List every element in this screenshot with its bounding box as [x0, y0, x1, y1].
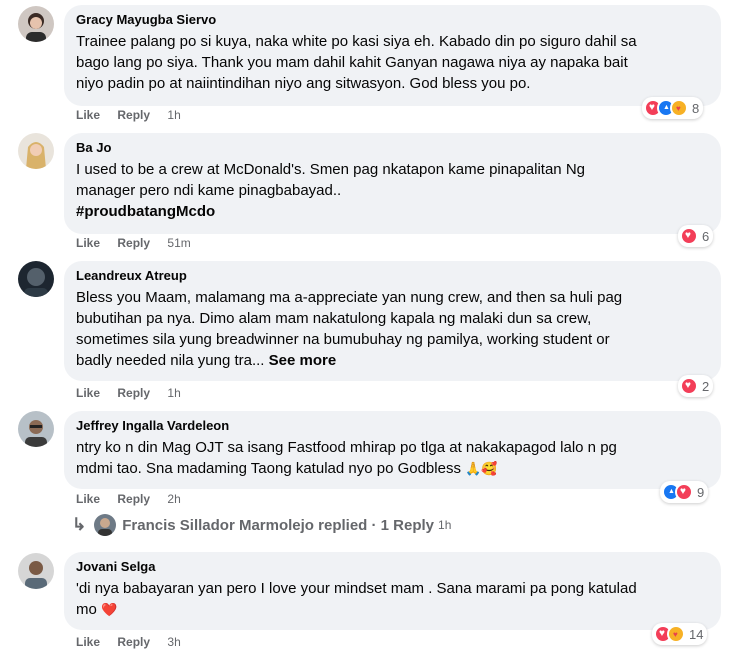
- avatar[interactable]: [18, 411, 54, 447]
- comment-text: 'di nya babayaran yan pero I love your m…: [76, 578, 709, 620]
- reactions-summary[interactable]: 6: [678, 225, 714, 247]
- comment-time[interactable]: 3h: [167, 635, 180, 649]
- reply-button[interactable]: Reply: [117, 386, 150, 400]
- reply-button[interactable]: Reply: [117, 108, 150, 122]
- reactions-summary[interactable]: 14: [652, 623, 708, 645]
- avatar[interactable]: [18, 553, 54, 589]
- love-icon: [675, 483, 693, 501]
- hashtag-link[interactable]: #proudbatangMcdo: [76, 201, 709, 222]
- comment-author[interactable]: Jovani Selga: [76, 559, 709, 575]
- comment-text: I used to be a crew at McDonald's. Smen …: [76, 161, 585, 199]
- comment-author[interactable]: Gracy Mayugba Siervo: [76, 12, 709, 28]
- reply-count-label[interactable]: replied · 1 Reply: [318, 517, 434, 534]
- reaction-count: 8: [692, 100, 700, 116]
- reaction-count: 14: [689, 626, 704, 642]
- emoji-pray-smile-icon: 🙏🥰: [465, 461, 498, 476]
- reactions-summary[interactable]: 9: [660, 481, 709, 503]
- avatar: [94, 514, 117, 536]
- like-button[interactable]: Like: [76, 492, 100, 506]
- comment-time[interactable]: 2h: [167, 492, 180, 506]
- avatar[interactable]: [18, 133, 54, 169]
- avatar[interactable]: [18, 261, 54, 297]
- comment-text: Bless you Maam, malamang ma a-appreciate…: [76, 287, 709, 371]
- reply-time: 1h: [438, 518, 452, 532]
- reactions-summary[interactable]: 2: [678, 375, 714, 397]
- comment-actions: Like Reply 1h: [76, 386, 195, 400]
- heart-emoji-icon: ❤️: [101, 602, 118, 617]
- comment-bubble: Jeffrey Ingalla Vardeleon ntry ko n din …: [64, 411, 721, 489]
- comment-time[interactable]: 1h: [167, 386, 180, 400]
- reply-button[interactable]: Reply: [117, 635, 150, 649]
- comment-actions: Like Reply 1h: [76, 108, 195, 122]
- comment-author[interactable]: Jeffrey Ingalla Vardeleon: [76, 418, 709, 434]
- like-button[interactable]: Like: [76, 236, 100, 250]
- comment-time[interactable]: 1h: [167, 108, 180, 122]
- comment-bubble: Gracy Mayugba Siervo Trainee palang po s…: [64, 5, 721, 106]
- comment-actions: Like Reply 2h: [76, 492, 195, 506]
- like-button[interactable]: Like: [76, 635, 100, 649]
- comment-body: 'di nya babayaran yan pero I love your m…: [76, 580, 637, 618]
- see-more-link[interactable]: See more: [269, 352, 337, 369]
- love-icon: [680, 227, 698, 245]
- love-icon: [680, 377, 698, 395]
- reply-button[interactable]: Reply: [117, 236, 150, 250]
- reaction-count: 9: [697, 484, 705, 500]
- comment-bubble: Ba Jo I used to be a crew at McDonald's.…: [64, 133, 721, 234]
- comment-time[interactable]: 51m: [167, 236, 190, 250]
- reaction-count: 2: [702, 378, 710, 394]
- view-replies-link[interactable]: ↳ Francis Sillador Marmolejo replied · 1…: [72, 514, 451, 536]
- comment-author[interactable]: Leandreux Atreup: [76, 268, 709, 284]
- care-icon: [670, 99, 688, 117]
- comment-body: Bless you Maam, malamang ma a-appreciate…: [76, 289, 623, 369]
- comment-text: Trainee palang po si kuya, naka white po…: [76, 33, 637, 92]
- reply-arrow-icon: ↳: [72, 515, 87, 534]
- comment-bubble: Jovani Selga 'di nya babayaran yan pero …: [64, 552, 721, 630]
- avatar[interactable]: [18, 6, 54, 42]
- comment-bubble: Leandreux Atreup Bless you Maam, malaman…: [64, 261, 721, 381]
- like-button[interactable]: Like: [76, 108, 100, 122]
- comment-body: ntry ko n din Mag OJT sa isang Fastfood …: [76, 439, 617, 477]
- comment-actions: Like Reply 51m: [76, 236, 205, 250]
- reaction-count: 6: [702, 228, 710, 244]
- like-button[interactable]: Like: [76, 386, 100, 400]
- care-icon: [667, 625, 685, 643]
- comment-author[interactable]: Ba Jo: [76, 140, 709, 156]
- comment-actions: Like Reply 3h: [76, 635, 195, 649]
- reactions-summary[interactable]: 8: [642, 97, 704, 119]
- reply-author[interactable]: Francis Sillador Marmolejo: [122, 517, 314, 534]
- reply-button[interactable]: Reply: [117, 492, 150, 506]
- comment-text: ntry ko n din Mag OJT sa isang Fastfood …: [76, 437, 709, 479]
